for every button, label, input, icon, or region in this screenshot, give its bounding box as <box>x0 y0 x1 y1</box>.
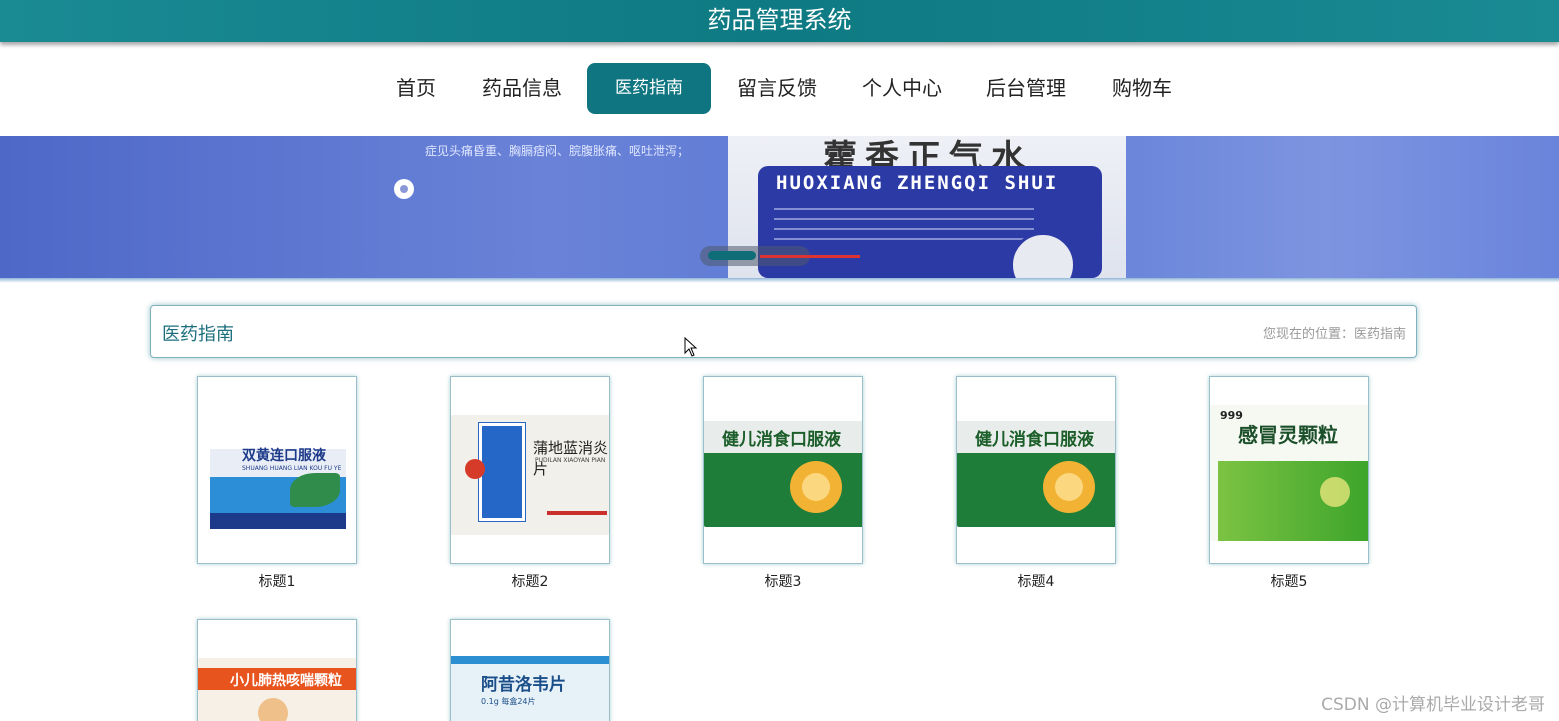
medicine-package-image: 小儿肺热咳喘颗粒 <box>198 658 356 721</box>
guide-card-5-caption[interactable]: 标题5 <box>1209 571 1369 591</box>
banner-divider <box>0 278 1559 286</box>
flower-icon <box>394 179 414 199</box>
guide-card-5[interactable]: 999 感冒灵颗粒 <box>1209 376 1369 564</box>
app-title: 药品管理系统 <box>707 6 852 34</box>
carousel-indicator-active[interactable] <box>708 251 756 260</box>
app-title-bar: 药品管理系统 <box>0 0 1559 42</box>
main-nav: 首页 药品信息 医药指南 留言反馈 个人中心 后台管理 购物车 <box>0 60 1559 116</box>
section-title: 医药指南 <box>162 324 234 345</box>
guide-card-4[interactable]: 健儿消食口服液 <box>956 376 1116 564</box>
medicine-package-image: 健儿消食口服液 <box>957 421 1115 527</box>
nav-feedback[interactable]: 留言反馈 <box>728 63 826 114</box>
guide-card-7[interactable]: 阿昔洛韦片 0.1g 每盒24片 <box>450 619 610 721</box>
guide-card-4-caption[interactable]: 标题4 <box>956 571 1116 591</box>
guide-card-1[interactable]: 双黄连口服液 SHUANG HUANG LIAN KOU FU YE <box>197 376 357 564</box>
nav-cart[interactable]: 购物车 <box>1103 63 1181 114</box>
medicine-package-image: 蒲地蓝消炎片 PUDILAN XIAOYAN PIAN <box>451 415 609 535</box>
banner-product-text-lines <box>774 208 1034 248</box>
medicine-package-image: 阿昔洛韦片 0.1g 每盒24片 <box>451 656 609 721</box>
guide-card-2-caption[interactable]: 标题2 <box>450 571 610 591</box>
banner-carousel[interactable]: 症见头痛昏重、胸膈痞闷、脘腹胀痛、呕吐泄泻； 藿香正气水 HUOXIANG ZH… <box>0 136 1559 278</box>
nav-home[interactable]: 首页 <box>386 63 446 114</box>
nav-admin[interactable]: 后台管理 <box>977 63 1075 114</box>
guide-card-3-caption[interactable]: 标题3 <box>703 571 863 591</box>
breadcrumb: 您现在的位置：医药指南 <box>1262 327 1406 342</box>
nav-personal-center[interactable]: 个人中心 <box>853 63 951 114</box>
mouse-cursor-icon <box>684 337 698 357</box>
section-header: 医药指南 您现在的位置：医药指南 <box>150 305 1417 358</box>
banner-product-panel: HUOXIANG ZHENGQI SHUI <box>758 166 1102 278</box>
guide-card-6[interactable]: 小儿肺热咳喘颗粒 <box>197 619 357 721</box>
banner-tagline: 症见头痛昏重、胸膈痞闷、脘腹胀痛、呕吐泄泻； <box>425 144 690 158</box>
nav-medical-guide[interactable]: 医药指南 <box>587 63 711 114</box>
watermark: CSDN @计算机毕业设计老哥 <box>1321 695 1545 715</box>
banner-product-pinyin: HUOXIANG ZHENGQI SHUI <box>776 172 1059 194</box>
guide-card-2[interactable]: 蒲地蓝消炎片 PUDILAN XIAOYAN PIAN <box>450 376 610 564</box>
medicine-package-image: 双黄连口服液 SHUANG HUANG LIAN KOU FU YE <box>210 429 346 529</box>
guide-card-3[interactable]: 健儿消食口服液 <box>703 376 863 564</box>
medicine-package-image: 999 感冒灵颗粒 <box>1210 405 1368 541</box>
nav-medicine-info[interactable]: 药品信息 <box>474 63 570 114</box>
medicine-package-image: 健儿消食口服液 <box>704 421 862 527</box>
guide-card-1-caption[interactable]: 标题1 <box>197 571 357 591</box>
carousel-progress-line <box>760 255 860 258</box>
